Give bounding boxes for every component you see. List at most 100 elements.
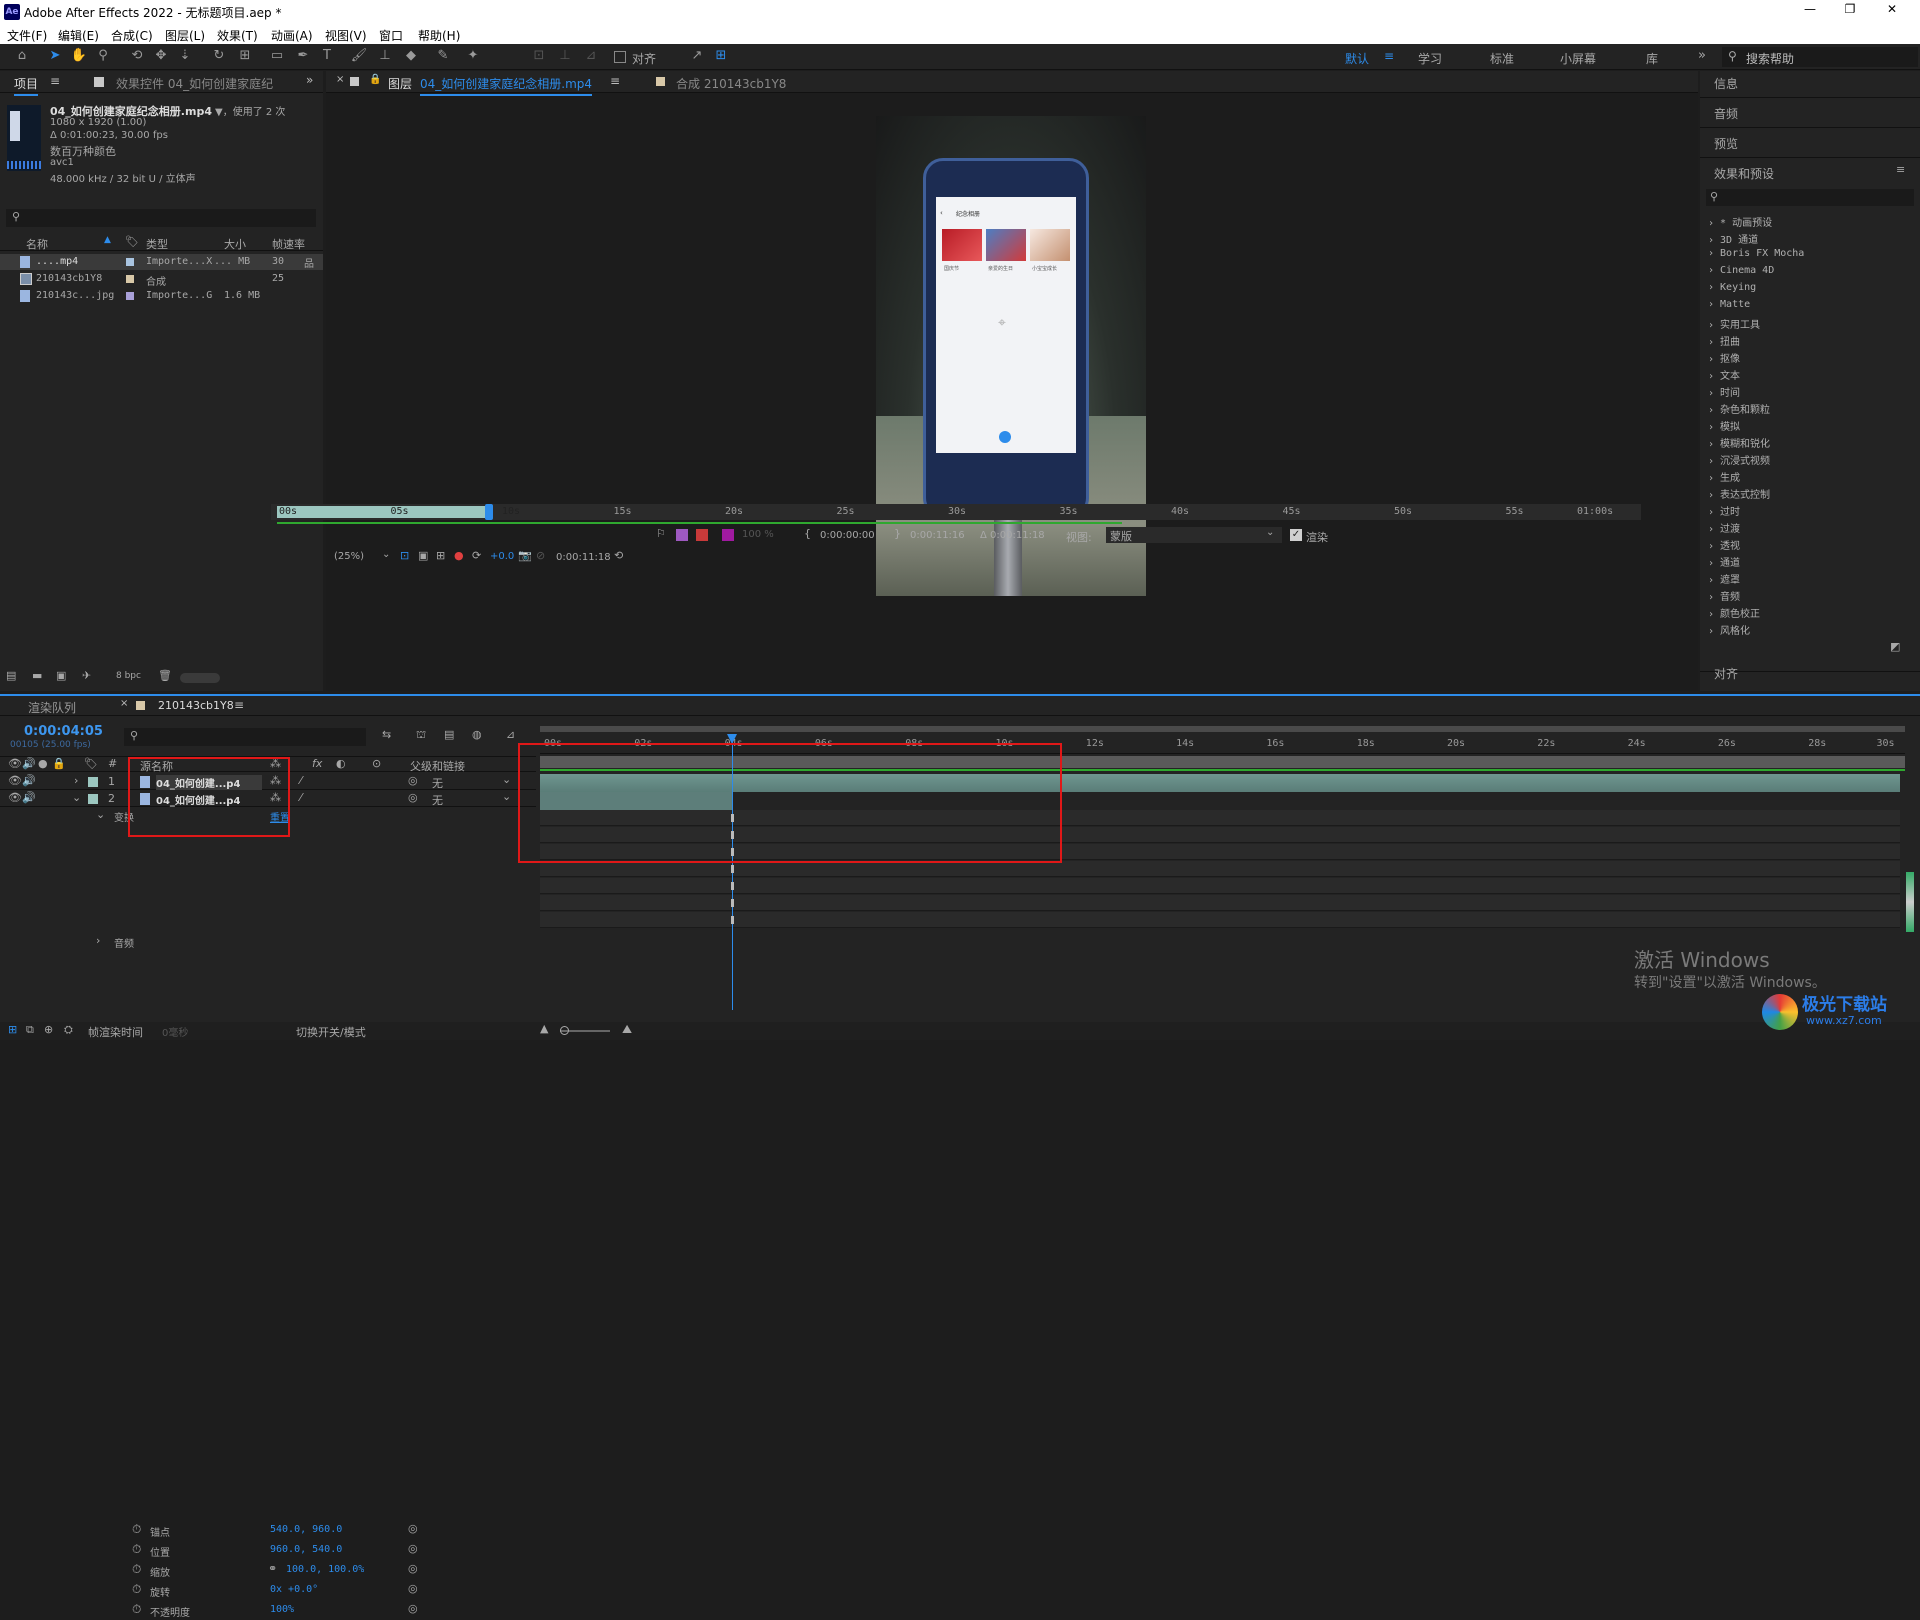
audio-icon[interactable]: 🔊 [22,791,36,804]
expression-pickwhip-icon[interactable]: ◎ [408,1562,418,1575]
timecode[interactable]: 0:00:04:05 [24,724,103,739]
close-tab-icon[interactable]: × [120,698,128,709]
in-point-icon[interactable]: { [804,527,811,540]
effect-category[interactable]: › Boris FX Mocha [1708,248,1804,265]
label-swatch[interactable] [126,275,134,283]
clone-stamp-tool-icon[interactable]: ⊥ [376,47,394,65]
dolly-tool-icon[interactable]: ⇣ [176,47,194,65]
workspace-learn[interactable]: 学习 [1418,50,1442,67]
effects-search-box[interactable]: ⚲ [1706,189,1914,206]
effect-category[interactable]: › 生成 [1708,469,1740,486]
orbit-tool-icon[interactable]: ⟲ [128,47,146,65]
tab-render-queue[interactable]: 渲染队列 [28,699,76,716]
toggle-switches-modes[interactable]: 切换开关/模式 [296,1024,366,1040]
draft-3d-icon[interactable]: ⛫ [416,728,426,743]
collapse-arrow-icon[interactable]: ⌄ [96,808,105,821]
help-search-box[interactable]: ⚲ 搜索帮助 [1722,47,1918,67]
interpret-footage-icon[interactable]: ▤ [6,669,16,682]
pan-behind-tool-icon[interactable]: ⊞ [236,47,254,65]
zoom-out-icon[interactable]: ▲ [540,1022,548,1035]
roto-brush-tool-icon[interactable]: ✎ [434,47,452,65]
home-icon[interactable]: ⌂ [12,47,32,65]
parent-pickwhip-icon[interactable]: ◎ [408,791,418,804]
effect-category[interactable]: › 过时 [1708,503,1740,520]
column-type[interactable]: 类型 [146,236,168,252]
preview-icon[interactable]: ⟲ [614,549,623,562]
expression-pickwhip-icon[interactable]: ◎ [408,1602,418,1615]
project-settings-icon[interactable]: ✈ [82,669,91,682]
zoom-dropdown[interactable]: (25%) [334,551,364,562]
collapse-arrow-icon[interactable]: ⌄ [72,791,81,804]
effect-category[interactable]: › 风格化 [1708,622,1750,639]
flowchart-icon[interactable]: 品 [304,255,314,270]
exposure-value[interactable]: +0.0 [490,551,514,562]
reset-exposure-icon[interactable]: ⟳ [472,549,481,562]
rotate-tool-icon[interactable]: ↻ [210,47,228,65]
workspace-overflow-icon[interactable]: » [1698,48,1706,63]
column-name[interactable]: 名称 [26,236,48,252]
effects-menu-icon[interactable]: ≡ [1896,163,1905,176]
tab-layer[interactable]: 04_如何创建家庭纪念相册.mp4 [420,75,593,96]
effect-category[interactable]: › 音频 [1708,588,1740,605]
transform-property-row[interactable]: ⏱ 不透明度 100% ◎ [0,1602,536,1620]
project-search-box[interactable]: ⚲ [6,209,316,227]
transform-property-row[interactable]: ⚭ ⏱ 缩放 100.0, 100.0% ◎ [0,1562,536,1580]
effect-category[interactable]: › Keying [1708,282,1756,299]
effect-category[interactable]: › 文本 [1708,367,1740,384]
zoom-slider-thumb[interactable] [560,1026,569,1035]
workspace-default[interactable]: 默认 [1345,50,1369,67]
tab-composition[interactable]: 合成 210143cb1Y8 [676,75,786,92]
timeline-menu-icon[interactable]: ≡ [234,698,244,712]
align-checkbox[interactable] [614,51,626,63]
trash-icon[interactable]: 🗑 [158,669,172,682]
out-time[interactable]: 0:00:11:16 [910,530,965,541]
close-button[interactable]: ✕ [1882,2,1902,16]
stopwatch-icon[interactable]: ⏱ [132,1542,141,1557]
label-swatch[interactable] [88,777,98,787]
visibility-icon[interactable]: 👁 [8,791,22,804]
toggle-timing-icon[interactable]: ⛭ [64,1023,73,1037]
zoom-tool-icon[interactable]: ⚲ [94,47,112,65]
anchor-point-icon[interactable]: ⌖ [998,315,1006,331]
snap-icon[interactable]: ↗ [688,47,706,65]
property-value[interactable]: 100% [270,1604,294,1615]
effect-category[interactable]: › * 动画预设 [1708,214,1772,231]
out-point-icon[interactable]: } [894,527,901,540]
info-panel[interactable]: 信息 [1714,75,1738,92]
effect-category[interactable]: › 杂色和颗粒 [1708,401,1770,418]
parent-dropdown[interactable]: 无 ⌄ [428,790,512,807]
menu-effect[interactable]: 效果(T) [217,27,258,44]
constrain-proportions-icon[interactable]: ⚭ [268,1562,277,1575]
expand-arrow-icon[interactable]: › [96,934,100,947]
comp-flowchart-icon[interactable]: ⇆ [382,728,391,741]
expression-pickwhip-icon[interactable]: ◎ [408,1522,418,1535]
effect-category[interactable]: › 扭曲 [1708,333,1740,350]
menu-layer[interactable]: 图层(L) [165,27,205,44]
close-tab-icon[interactable]: × [336,74,344,85]
toggle-transparency-icon[interactable]: ⚐ [656,527,666,540]
viewer-time-ruler[interactable]: 00s 05s 10s 15s 20s 25s 30s 35s 40s 45s 50s 55s 01:0… [271,504,1641,520]
transform-property-row[interactable]: ⏱ 旋转 0x +0.0° ◎ [0,1582,536,1600]
visibility-icon[interactable]: 👁 [8,774,22,787]
viewer-playhead[interactable] [485,504,493,520]
align-panel[interactable]: 对齐 [1714,665,1738,682]
transform-property-row[interactable]: ⏱ 位置 960.0, 540.0 ◎ [0,1542,536,1560]
effect-category[interactable]: › 时间 [1708,384,1740,401]
chevron-down-icon[interactable]: ⌄ [382,549,390,560]
parent-dropdown[interactable]: 无 ⌄ [428,773,512,790]
panel-overflow-icon[interactable]: » [306,73,313,87]
workspace-small-screen[interactable]: 小屏幕 [1560,50,1596,67]
minimize-button[interactable]: — [1800,2,1820,16]
timeline-navigator[interactable] [540,726,1905,732]
lock-icon[interactable]: 🔒 [369,74,381,85]
expression-pickwhip-icon[interactable]: ◎ [408,1542,418,1555]
selection-tool-icon[interactable]: ➤ [46,47,64,65]
graph-editor-icon[interactable]: ⊿ [506,728,515,741]
effect-category[interactable]: › 遮罩 [1708,571,1740,588]
effects-presets-panel[interactable]: 效果和预设 [1714,165,1774,182]
toggle-transfer-icon[interactable]: ⊕ [44,1023,53,1036]
effect-category[interactable]: › Matte [1708,299,1750,316]
work-area-bar[interactable] [277,506,489,518]
menu-help[interactable]: 帮助(H) [418,27,460,44]
project-item[interactable]: 210143c...jpg Importe...G 1.6 MB [0,288,323,304]
